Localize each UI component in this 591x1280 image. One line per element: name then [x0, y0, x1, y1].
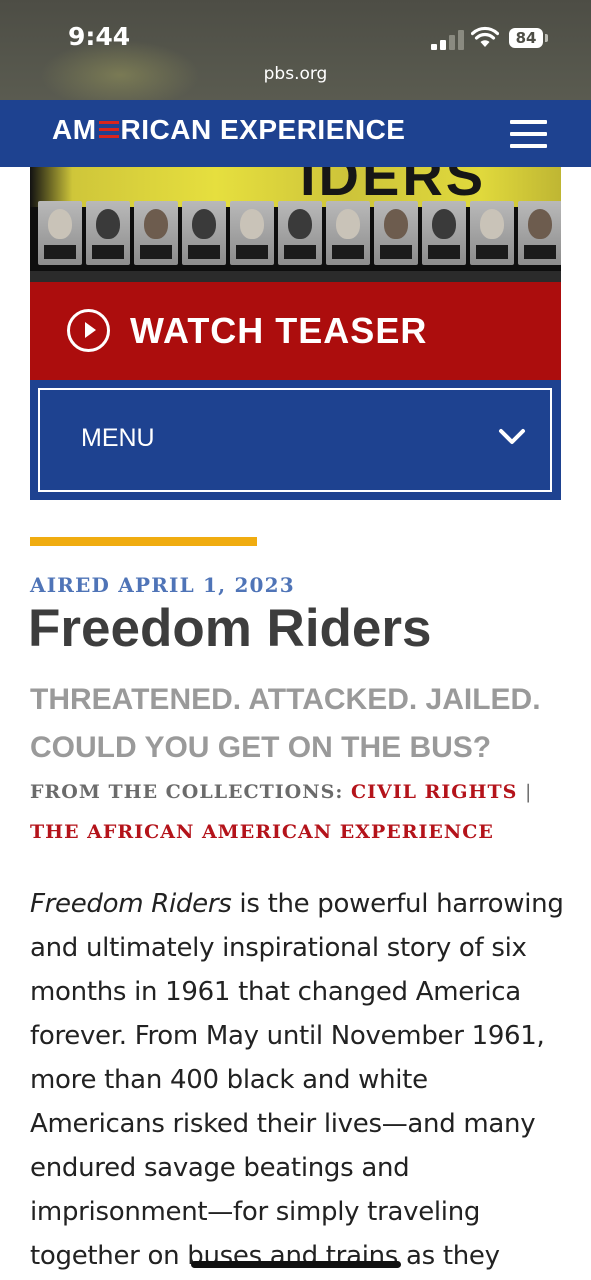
mugshot-row: [38, 201, 561, 267]
article-body: Freedom Riders is the powerful harrowing…: [30, 882, 570, 1278]
chevron-down-icon: [499, 429, 525, 444]
status-time: 9:44: [68, 22, 131, 51]
hamburger-menu-icon[interactable]: [510, 120, 547, 148]
hero-image: IDERS: [30, 167, 561, 282]
accent-bar: [30, 537, 257, 546]
home-indicator[interactable]: [191, 1261, 401, 1268]
american-experience-logo[interactable]: AM RICAN EXPERIENCE: [52, 114, 405, 146]
logo-text-start: AM: [52, 114, 97, 145]
battery-tip: [545, 34, 548, 42]
collection-separator: |: [524, 781, 533, 803]
body-paragraph: is the powerful harrowing and ultimately…: [30, 889, 564, 1271]
menu-section: MENU: [30, 380, 561, 500]
cellular-signal-icon: [431, 30, 465, 50]
menu-label: MENU: [81, 424, 155, 452]
hero-bottom-strip: [30, 271, 561, 282]
wifi-icon: [471, 26, 499, 47]
collections-line: FROM THE COLLECTIONS: CIVIL RIGHTS | THE…: [30, 772, 570, 852]
address-bar-url[interactable]: pbs.org: [0, 64, 591, 84]
watch-teaser-label: WATCH TEASER: [130, 310, 428, 351]
menu-dropdown[interactable]: MENU: [38, 388, 552, 492]
watch-teaser-button[interactable]: WATCH TEASER: [30, 282, 561, 380]
page-title: Freedom Riders: [28, 599, 432, 658]
collection-link-african-american-experience[interactable]: THE AFRICAN AMERICAN EXPERIENCE: [30, 821, 494, 843]
battery-icon: 84: [509, 28, 543, 48]
collections-prefix: FROM THE COLLECTIONS:: [30, 781, 344, 803]
browser-status-area: 9:44 84 pbs.org: [0, 0, 591, 110]
page-subtitle: THREATENED. ATTACKED. JAILED. COULD YOU …: [30, 683, 541, 764]
site-header: AM RICAN EXPERIENCE: [0, 100, 591, 167]
play-icon: [67, 309, 110, 352]
body-italic-title: Freedom Riders: [30, 889, 232, 919]
logo-text-end: RICAN EXPERIENCE: [120, 114, 406, 145]
collection-link-civil-rights[interactable]: CIVIL RIGHTS: [351, 781, 517, 803]
flag-e-icon: [98, 119, 119, 141]
aired-date: AIRED APRIL 1, 2023: [30, 573, 295, 597]
